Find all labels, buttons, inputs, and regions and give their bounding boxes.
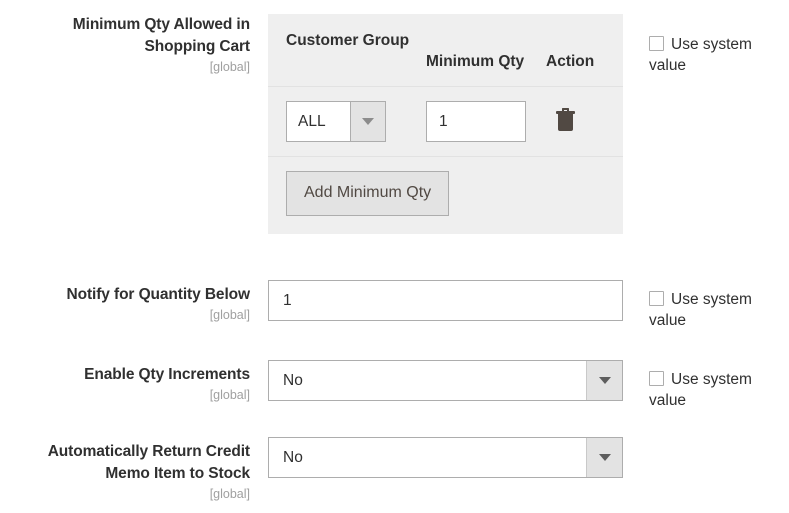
scope-text: [global] — [209, 308, 250, 322]
field-label-notify-for-quantity-below: Notify for Quantity Below [global] — [0, 280, 250, 324]
enable-qty-increments-wrapper: No — [268, 360, 623, 401]
scope-text: [global] — [209, 60, 250, 74]
field-row-notify-for-quantity-below: Notify for Quantity Below [global] 1 Use… — [0, 280, 789, 331]
label-text: Minimum Qty Allowed in Shopping Cart — [72, 16, 250, 55]
field-row-min-qty-allowed: Minimum Qty Allowed in Shopping Cart [gl… — [0, 14, 789, 234]
field-label-auto-return-credit-memo: Automatically Return Credit Memo Item to… — [0, 437, 250, 503]
field-row-enable-qty-increments: Enable Qty Increments [global] No Use sy… — [0, 360, 789, 411]
checkbox-icon[interactable] — [649, 291, 664, 306]
trash-icon[interactable] — [556, 107, 575, 131]
table-footer: Add Minimum Qty — [268, 157, 623, 234]
customer-group-value: ALL — [298, 112, 326, 130]
min-qty-table-wrapper: Customer Group Minimum Qty Action ALL 1 — [268, 14, 623, 234]
chevron-down-icon[interactable] — [586, 361, 622, 400]
auto-return-credit-memo-wrapper: No — [268, 437, 623, 478]
column-header-action: Action — [546, 53, 595, 70]
table-row: ALL 1 — [268, 87, 623, 156]
label-text-line-1: Automatically Return Credit — [47, 443, 250, 460]
notify-quantity-input-wrapper: 1 — [268, 280, 623, 321]
field-row-auto-return-credit-memo: Automatically Return Credit Memo Item to… — [0, 437, 789, 503]
checkbox-icon[interactable] — [649, 371, 664, 386]
chevron-down-icon[interactable] — [586, 438, 622, 477]
label-text-line-2: Memo Item to Stock — [105, 465, 250, 482]
use-system-value-wrapper-qty-increments: Use system value — [649, 360, 785, 411]
scope-text: [global] — [209, 388, 250, 402]
auto-return-credit-memo-select[interactable]: No — [268, 437, 623, 478]
label-text: Enable Qty Increments — [84, 366, 250, 383]
use-system-value-label: Use system value — [649, 36, 752, 74]
cell-action — [546, 107, 575, 136]
column-header-customer-group: Customer Group — [286, 32, 410, 49]
field-label-enable-qty-increments: Enable Qty Increments [global] — [0, 360, 250, 404]
add-minimum-qty-button[interactable]: Add Minimum Qty — [286, 171, 450, 216]
minimum-qty-input[interactable]: 1 — [426, 101, 526, 142]
enable-qty-increments-select[interactable]: No — [268, 360, 623, 401]
field-label-min-qty-allowed: Minimum Qty Allowed in Shopping Cart [gl… — [0, 14, 250, 76]
enable-qty-increments-value: No — [283, 371, 303, 389]
use-system-value-label: Use system value — [649, 291, 752, 329]
checkbox-icon[interactable] — [649, 36, 664, 51]
chevron-down-icon[interactable] — [350, 102, 385, 141]
notify-for-quantity-below-input[interactable]: 1 — [268, 280, 623, 321]
cell-customer-group: ALL — [286, 101, 426, 142]
use-system-value-label: Use system value — [649, 371, 752, 409]
use-system-value-notify[interactable]: Use system value — [649, 291, 752, 329]
use-system-value-wrapper-min-qty: Use system value — [649, 14, 785, 76]
label-text: Notify for Quantity Below — [66, 286, 250, 303]
table-header-row: Customer Group Minimum Qty Action — [268, 14, 623, 86]
scope-text: [global] — [209, 487, 250, 501]
column-header-minimum-qty: Minimum Qty — [426, 53, 525, 70]
auto-return-credit-memo-value: No — [283, 448, 303, 466]
customer-group-select[interactable]: ALL — [286, 101, 386, 142]
use-system-value-qty-increments[interactable]: Use system value — [649, 371, 752, 409]
use-system-value-min-qty[interactable]: Use system value — [649, 36, 752, 74]
use-system-value-wrapper-notify: Use system value — [649, 280, 785, 331]
min-qty-table: Customer Group Minimum Qty Action ALL 1 — [268, 14, 623, 234]
cell-minimum-qty: 1 — [426, 101, 546, 142]
